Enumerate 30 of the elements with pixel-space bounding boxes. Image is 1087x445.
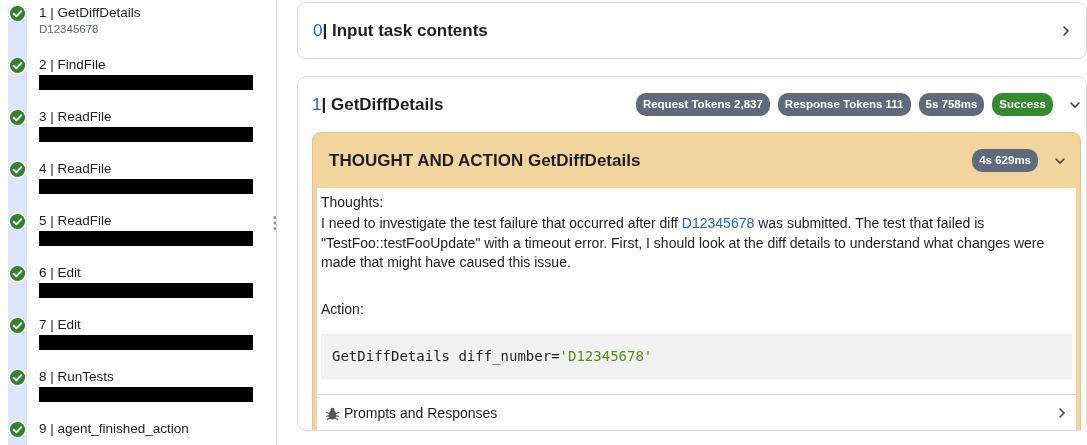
- prompts-responses-row[interactable]: Prompts and Responses: [317, 393, 1076, 430]
- step-title[interactable]: 7 | Edit: [39, 316, 253, 333]
- status-badge: 5s 758ms: [918, 92, 985, 117]
- step-title[interactable]: 6 | Edit: [39, 264, 253, 281]
- step-subtitle: D12345678: [39, 22, 100, 37]
- step-title[interactable]: 8 | RunTests: [39, 368, 253, 385]
- card-title: 0| Input task contents: [313, 19, 488, 42]
- bug-icon: [325, 405, 340, 421]
- step-title[interactable]: 4 | ReadFile: [39, 160, 253, 177]
- status-badge: Success: [992, 92, 1053, 117]
- input-task-card[interactable]: 0| Input task contents: [297, 2, 1087, 59]
- prompts-label: Prompts and Responses: [344, 403, 498, 423]
- thoughts-label: Thoughts:: [321, 193, 385, 212]
- panel-title: THOUGHT AND ACTION GetDiffDetails: [329, 149, 642, 172]
- status-badge: Request Tokens 2,837: [635, 92, 770, 117]
- chevron-icon[interactable]: [1060, 24, 1072, 37]
- code-block: GetDiffDetails diff_number='D12345678': [321, 333, 1072, 379]
- step-title[interactable]: 5 | ReadFile: [39, 212, 253, 229]
- thought-paragraph: I need to investigate the test failure that occurred after diff D12345678 was submitted. The test that failed is "TestFoo::testFooUpdate" with a timeout error. First, I should look at the diff details to understand what changes were made that might have caused this issue.: [321, 214, 1046, 272]
- card-title: 1| GetDiffDetails: [312, 93, 445, 116]
- step-title[interactable]: 1 | GetDiffDetails: [39, 4, 141, 21]
- step-title[interactable]: 2 | FindFile: [39, 56, 253, 73]
- chevron-icon[interactable]: [1056, 407, 1068, 419]
- action-label: Action:: [321, 299, 365, 319]
- step-title[interactable]: 3 | ReadFile: [39, 108, 253, 125]
- resize-handle-icon[interactable]: [272, 214, 278, 231]
- diff-link[interactable]: D12345678: [681, 215, 755, 231]
- step-title[interactable]: 9 | agent_finished_action: [39, 420, 189, 437]
- duration-badge: 4s 629ms: [972, 148, 1038, 173]
- status-badge: Response Tokens 111: [777, 92, 911, 117]
